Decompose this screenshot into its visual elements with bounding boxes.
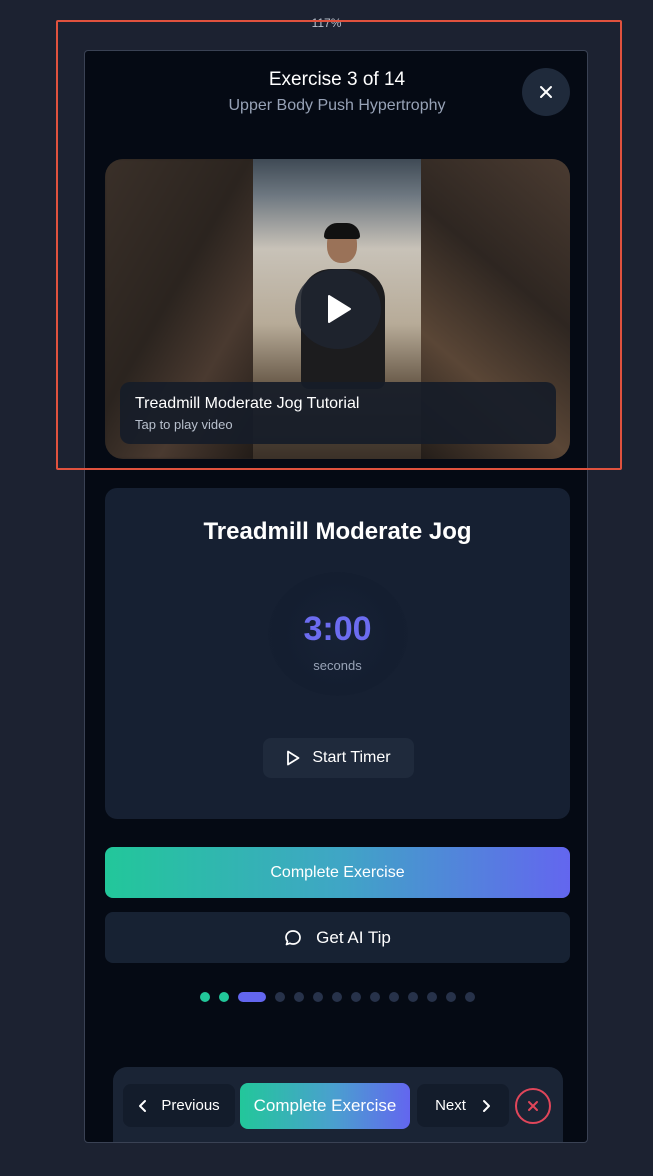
- progress-dots: [85, 992, 587, 1002]
- progress-dot: [331, 992, 342, 1002]
- close-button[interactable]: [522, 68, 570, 116]
- video-player[interactable]: Treadmill Moderate Jog Tutorial Tap to p…: [105, 159, 570, 459]
- start-timer-button[interactable]: Start Timer: [263, 738, 414, 778]
- complete-exercise-button[interactable]: Complete Exercise: [105, 847, 570, 898]
- play-icon: [328, 295, 351, 323]
- progress-dot: [445, 992, 456, 1002]
- timer-card: Treadmill Moderate Jog 3:00 seconds Star…: [105, 488, 570, 819]
- progress-dot: [407, 992, 418, 1002]
- workout-screen: Exercise 3 of 14 Upper Body Push Hypertr…: [84, 50, 588, 1143]
- progress-dot: [388, 992, 399, 1002]
- chevron-right-icon: [482, 1099, 490, 1112]
- play-button[interactable]: [295, 269, 381, 349]
- complete-exercise-label: Complete Exercise: [270, 863, 405, 881]
- chevron-left-icon: [139, 1099, 147, 1112]
- progress-dot: [426, 992, 437, 1002]
- timer-value: 3:00: [303, 610, 372, 648]
- bottom-complete-label: Complete Exercise: [253, 1096, 397, 1115]
- get-ai-tip-button[interactable]: Get AI Tip: [105, 912, 570, 963]
- progress-dot: [350, 992, 361, 1002]
- progress-dot: [218, 992, 229, 1002]
- exercise-counter: Exercise 3 of 14: [268, 69, 406, 90]
- progress-dot: [312, 992, 323, 1002]
- video-person-cap: [324, 223, 360, 239]
- progress-dot: [464, 992, 475, 1002]
- zoom-level: 117%: [311, 17, 342, 29]
- bottom-nav: Previous Complete Exercise Next: [113, 1067, 563, 1142]
- close-icon: [540, 86, 552, 98]
- chat-bubble-icon: [285, 929, 302, 945]
- exit-x-icon: [528, 1101, 538, 1111]
- timer-unit: seconds: [313, 658, 362, 673]
- get-ai-tip-label: Get AI Tip: [316, 927, 391, 947]
- bottom-complete-button[interactable]: Complete Exercise: [240, 1083, 410, 1129]
- progress-dot: [293, 992, 304, 1002]
- previous-button[interactable]: Previous: [123, 1084, 235, 1127]
- play-outline-icon: [287, 750, 300, 766]
- exit-workout-button[interactable]: [515, 1088, 551, 1124]
- video-caption: Treadmill Moderate Jog Tutorial Tap to p…: [120, 382, 556, 444]
- next-label: Next: [435, 1097, 466, 1114]
- workout-name: Upper Body Push Hypertrophy: [228, 97, 446, 114]
- progress-dot-current: [237, 992, 266, 1002]
- progress-dot: [199, 992, 210, 1002]
- next-button[interactable]: Next: [417, 1084, 509, 1127]
- video-hint: Tap to play video: [135, 417, 233, 432]
- exercise-name: Treadmill Moderate Jog: [203, 518, 472, 545]
- progress-dot: [369, 992, 380, 1002]
- progress-dot: [274, 992, 285, 1002]
- previous-label: Previous: [161, 1097, 220, 1114]
- start-timer-label: Start Timer: [312, 749, 391, 766]
- video-title: Treadmill Moderate Jog Tutorial: [135, 395, 360, 412]
